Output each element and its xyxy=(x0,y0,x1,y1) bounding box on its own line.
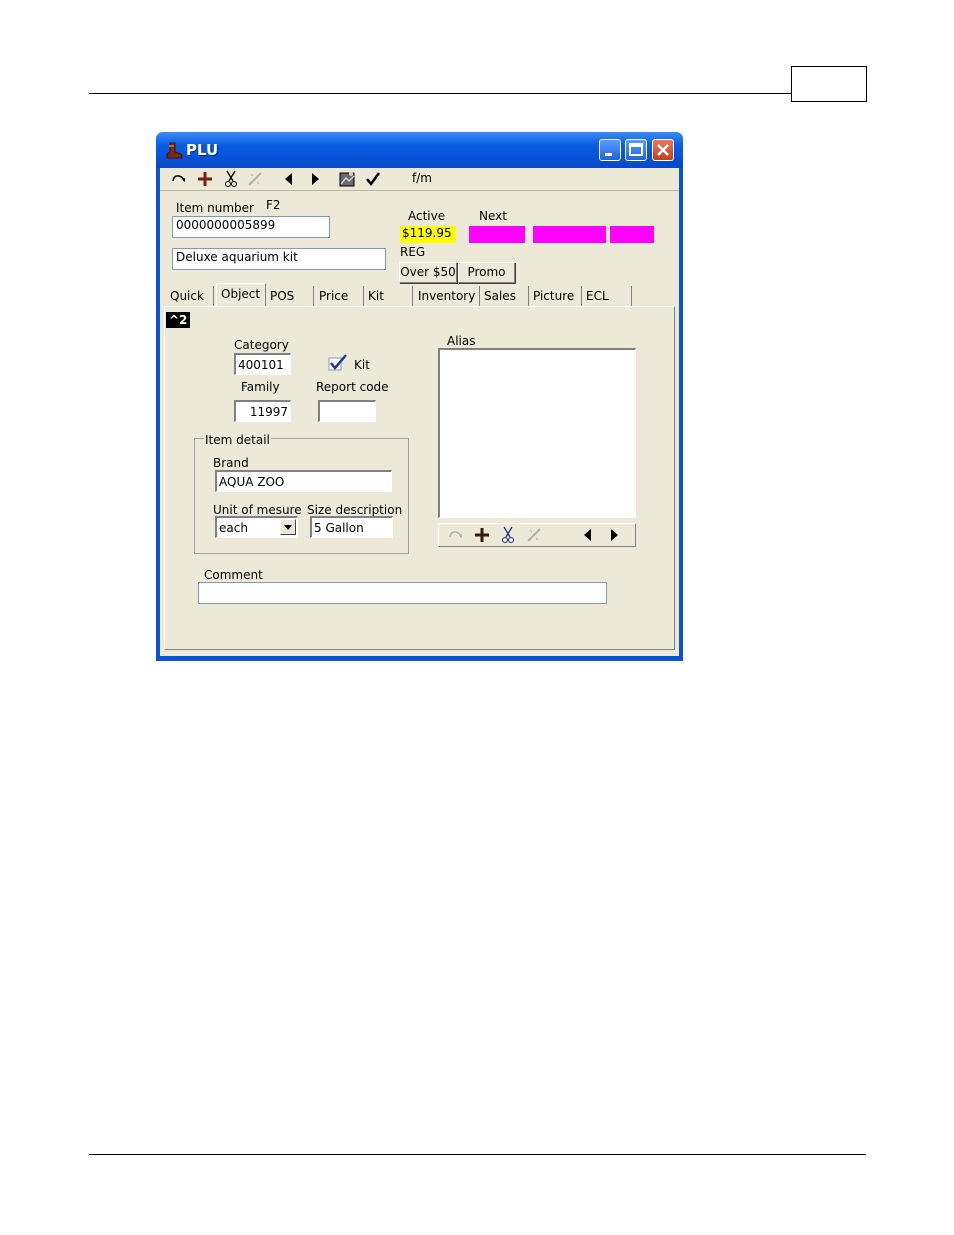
minimize-icon xyxy=(605,153,612,156)
tab-ecl[interactable]: ECL xyxy=(582,286,632,306)
maximize-button[interactable] xyxy=(625,139,647,161)
item-detail-title: Item detail xyxy=(204,433,271,447)
next-icon[interactable] xyxy=(605,526,623,544)
comment-label: Comment xyxy=(204,568,263,582)
category-label: Category xyxy=(234,338,289,352)
alias-label: Alias xyxy=(447,334,476,348)
unit-of-measure-value: each xyxy=(219,521,248,535)
prev-icon[interactable] xyxy=(579,526,597,544)
brand-field[interactable]: AQUA ZOO xyxy=(215,470,392,492)
unit-of-measure-select[interactable]: each xyxy=(215,516,298,538)
tab-kit[interactable]: Kit xyxy=(364,286,413,306)
tab-object[interactable]: Object xyxy=(216,283,266,306)
close-button[interactable] xyxy=(652,139,674,161)
main-toolbar: f/m xyxy=(160,168,679,191)
window-client-area: f/m Item number F2 0000000005899 Deluxe … xyxy=(160,168,679,656)
minimize-button[interactable] xyxy=(599,139,621,161)
next-label: Next xyxy=(479,209,507,223)
check-icon[interactable] xyxy=(364,170,382,188)
family-field[interactable]: 11997 xyxy=(234,400,291,422)
brand-label: Brand xyxy=(213,456,249,470)
alias-list[interactable] xyxy=(438,348,636,518)
tab-price[interactable]: Price xyxy=(315,286,364,306)
add-icon[interactable] xyxy=(196,170,214,188)
item-number-field[interactable]: 0000000005899 xyxy=(172,216,330,238)
active-price[interactable]: $119.95 xyxy=(400,226,456,243)
item-number-hotkey: F2 xyxy=(266,198,281,212)
over-50-button[interactable]: Over $50 xyxy=(399,262,457,283)
kit-checkbox[interactable] xyxy=(328,354,348,372)
report-code-field[interactable] xyxy=(318,400,376,422)
maximize-icon xyxy=(629,143,643,156)
edit-icon[interactable] xyxy=(525,526,543,544)
undo-icon[interactable] xyxy=(170,170,188,188)
promo-button[interactable]: Promo xyxy=(458,262,515,283)
description-field[interactable]: Deluxe aquarium kit xyxy=(172,248,386,270)
family-label: Family xyxy=(241,380,280,394)
reg-label: REG xyxy=(400,245,426,259)
next-price-field[interactable] xyxy=(469,226,525,243)
size-description-label: Size description xyxy=(307,503,403,517)
footer-rule xyxy=(89,1154,866,1155)
window-title: PLU xyxy=(186,141,219,159)
item-number-label: Item number xyxy=(176,201,254,215)
level-badge: ^2 xyxy=(166,312,191,328)
comment-field[interactable] xyxy=(198,582,607,604)
close-icon xyxy=(657,144,669,156)
next-icon[interactable] xyxy=(306,170,324,188)
size-description-field[interactable]: 5 Gallon xyxy=(310,516,393,538)
category-field[interactable]: 400101 xyxy=(234,353,291,375)
next-price-field-2[interactable] xyxy=(533,226,606,243)
image-icon[interactable] xyxy=(338,170,356,188)
toolbar-fm-label: f/m xyxy=(412,171,432,185)
report-code-label: Report code xyxy=(316,380,389,394)
alias-toolbar xyxy=(438,523,636,547)
tab-strip: Quick Object POS Price Kit Inventory Sal… xyxy=(164,283,675,308)
cut-icon[interactable] xyxy=(222,170,240,188)
tab-inventory[interactable]: Inventory xyxy=(414,286,480,306)
tab-quick[interactable]: Quick xyxy=(166,286,214,306)
cut-icon[interactable] xyxy=(499,526,517,544)
active-label: Active xyxy=(408,209,446,223)
edit-icon[interactable] xyxy=(246,170,264,188)
tab-sales[interactable]: Sales xyxy=(480,286,529,306)
next-price-field-3[interactable] xyxy=(610,226,654,243)
prev-icon[interactable] xyxy=(280,170,298,188)
plu-window: PLU f/m Item number F2 0000000005899 Del… xyxy=(156,132,683,661)
title-bar[interactable]: PLU xyxy=(156,132,683,168)
chevron-down-icon[interactable] xyxy=(280,519,296,535)
boot-app-icon xyxy=(166,142,183,159)
undo-icon[interactable] xyxy=(447,526,465,544)
unit-of-measure-label: Unit of mesure xyxy=(213,503,302,517)
tab-pos[interactable]: POS xyxy=(266,286,314,306)
header-rule xyxy=(89,93,792,94)
page-number-box xyxy=(791,66,867,102)
tab-picture[interactable]: Picture xyxy=(529,286,582,306)
add-icon[interactable] xyxy=(473,526,491,544)
kit-label: Kit xyxy=(354,358,370,372)
